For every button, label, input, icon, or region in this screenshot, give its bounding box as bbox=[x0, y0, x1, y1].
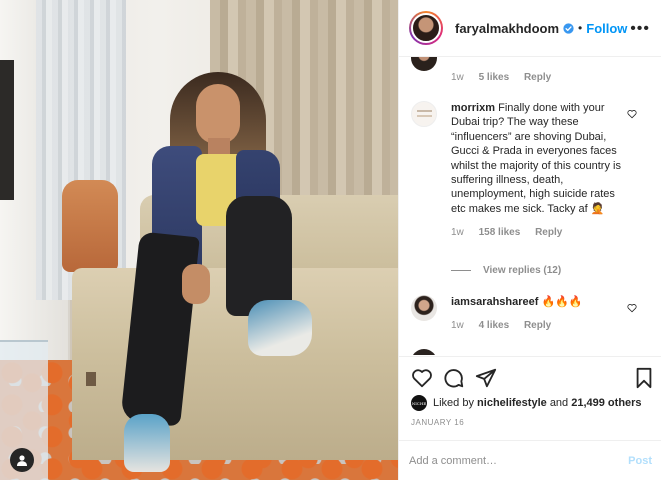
comment-icon[interactable] bbox=[443, 367, 465, 389]
post-sidebar: faryalmakhdoom • Follow ••• 1w 5 likes R… bbox=[398, 0, 661, 480]
comment-likes[interactable]: 158 likes bbox=[479, 227, 521, 238]
post-date[interactable]: JANUARY 16 bbox=[411, 418, 464, 427]
photo-person-face bbox=[196, 84, 240, 144]
commenter-avatar[interactable] bbox=[411, 295, 437, 321]
add-comment-bar: Post bbox=[399, 440, 661, 480]
share-icon[interactable] bbox=[475, 367, 497, 389]
view-replies-button[interactable]: View replies (12) bbox=[451, 265, 561, 276]
comment-meta: 1w 158 likes Reply bbox=[451, 226, 629, 240]
heart-icon[interactable] bbox=[627, 109, 637, 119]
comment-body: 1w 5 likes Reply bbox=[451, 61, 629, 85]
likes-prefix: Liked by bbox=[433, 397, 474, 409]
likes-others-link[interactable]: 21,499 others bbox=[571, 397, 641, 409]
comment-likes[interactable]: 5 likes bbox=[479, 72, 510, 83]
tagged-user-icon[interactable] bbox=[10, 448, 34, 472]
heart-icon[interactable] bbox=[411, 367, 433, 389]
more-options-icon[interactable]: ••• bbox=[630, 20, 650, 38]
reply-button[interactable]: Reply bbox=[535, 227, 562, 238]
comment-text: 🔥🔥🔥 bbox=[541, 296, 583, 308]
post-comment-button[interactable]: Post bbox=[628, 455, 652, 467]
commenter-avatar[interactable] bbox=[411, 57, 437, 71]
follow-button[interactable]: Follow bbox=[586, 21, 627, 36]
comment-time: 1w bbox=[451, 320, 464, 332]
photo-person-sneaker bbox=[248, 300, 312, 356]
verified-badge-icon bbox=[563, 22, 574, 34]
view-replies-label: View replies (12) bbox=[483, 265, 562, 276]
comment-time: 1w bbox=[451, 227, 464, 239]
comments-list[interactable]: 1w 5 likes Reply morrixm Finally done wi… bbox=[399, 57, 661, 355]
reply-button[interactable]: Reply bbox=[524, 320, 551, 331]
comment-meta: 1w 5 likes Reply bbox=[451, 71, 629, 85]
heart-icon[interactable] bbox=[627, 303, 637, 313]
photo-sofa-leg bbox=[86, 372, 96, 386]
photo-person-hand bbox=[182, 264, 210, 304]
comment-text: Finally done with your Dubai trip? The w… bbox=[451, 102, 621, 215]
liker-username[interactable]: nichelifestyle bbox=[477, 397, 547, 409]
comment-meta: 1w 4 likes Reply bbox=[451, 319, 629, 333]
comment-body: morrixm Finally done with your Dubai tri… bbox=[451, 101, 629, 241]
likes-summary: NICHE Liked by nichelifestyle and 21,499… bbox=[411, 395, 642, 411]
commenter-avatar[interactable] bbox=[411, 349, 437, 355]
photo-door-frame bbox=[0, 60, 14, 200]
post-header: faryalmakhdoom • Follow ••• bbox=[399, 0, 661, 57]
separator-dot: • bbox=[578, 21, 583, 35]
post-photo[interactable] bbox=[0, 0, 398, 480]
author-username[interactable]: faryalmakhdoom bbox=[455, 21, 559, 36]
comment-body: iamsarahshareef 🔥🔥🔥 1w 4 likes Reply bbox=[451, 295, 629, 334]
bookmark-icon[interactable] bbox=[633, 367, 655, 389]
comment-likes[interactable]: 4 likes bbox=[479, 320, 510, 331]
likes-and: and bbox=[549, 397, 569, 409]
commenter-avatar[interactable] bbox=[411, 101, 437, 127]
photo-orange-chair bbox=[62, 180, 118, 272]
reply-button[interactable]: Reply bbox=[524, 72, 551, 83]
replies-divider bbox=[451, 269, 471, 271]
photo-sofa-front bbox=[72, 350, 398, 460]
comment-username[interactable]: morrixm bbox=[451, 102, 495, 114]
post-actions bbox=[399, 356, 661, 396]
photo-person-jeans-raised bbox=[226, 196, 292, 316]
liker-avatar[interactable]: NICHE bbox=[411, 395, 427, 411]
comment-input[interactable] bbox=[409, 454, 629, 467]
author-avatar[interactable] bbox=[409, 11, 443, 45]
photo-person-sneaker bbox=[124, 414, 170, 472]
comment-username[interactable]: iamsarahshareef bbox=[451, 296, 538, 308]
comment-time: 1w bbox=[451, 72, 464, 83]
